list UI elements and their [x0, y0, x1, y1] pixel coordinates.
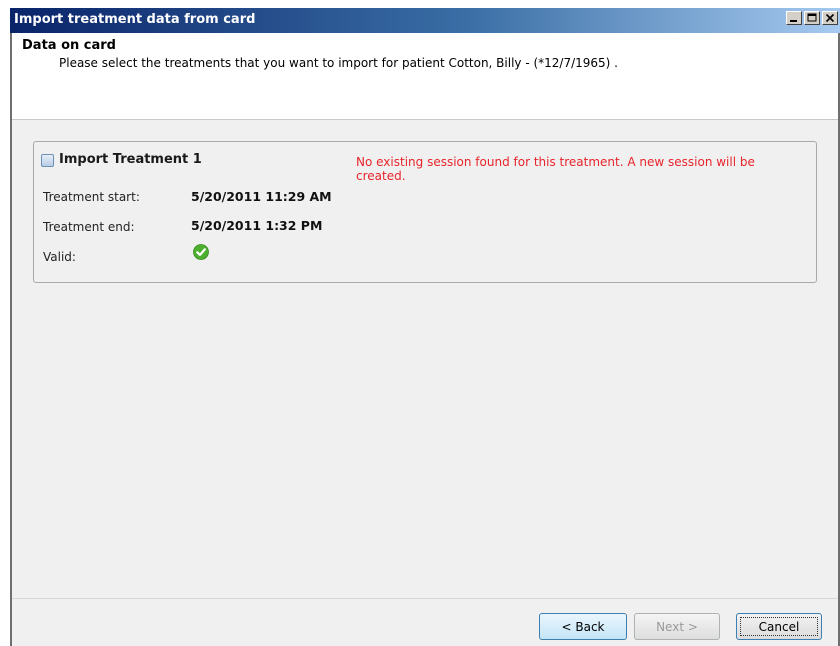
header-panel	[12, 33, 838, 120]
back-button-label: < Back	[561, 619, 605, 634]
minimize-icon[interactable]	[786, 11, 802, 25]
focus-ring	[740, 617, 818, 636]
back-button[interactable]: < Back	[539, 613, 627, 640]
treatment-start-label: Treatment start:	[43, 190, 140, 204]
treatment-title: Import Treatment 1	[59, 152, 202, 167]
next-button-label: Next >	[656, 619, 698, 634]
session-warning-message: No existing session found for this treat…	[356, 155, 755, 183]
treatment-end-label: Treatment end:	[43, 220, 135, 234]
footer-divider	[12, 598, 838, 599]
maximize-icon[interactable]	[804, 11, 820, 25]
check-circle-icon	[193, 244, 209, 260]
caption-buttons	[784, 11, 838, 25]
title-bar[interactable]: Import treatment data from card	[10, 8, 840, 33]
close-icon[interactable]	[822, 11, 838, 25]
import-treatment-checkbox[interactable]	[41, 154, 54, 167]
page-subtitle: Please select the treatments that you wa…	[59, 56, 618, 70]
window-title: Import treatment data from card	[14, 12, 256, 27]
page-title: Data on card	[22, 38, 116, 53]
next-button[interactable]: Next >	[634, 613, 720, 640]
cancel-button[interactable]: Cancel	[736, 613, 822, 640]
valid-label: Valid:	[43, 250, 76, 264]
treatment-end-value: 5/20/2011 1:32 PM	[191, 218, 323, 233]
treatment-start-value: 5/20/2011 11:29 AM	[191, 189, 332, 204]
import-dialog-window: Import treatment data from card Data on …	[10, 8, 840, 646]
treatment-group: Import Treatment 1 No existing session f…	[33, 141, 817, 283]
